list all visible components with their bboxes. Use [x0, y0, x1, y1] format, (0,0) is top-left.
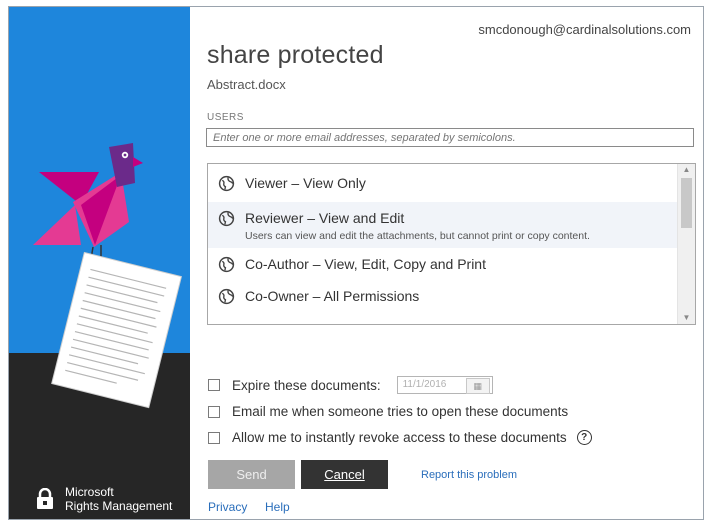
- permission-label: Co-Author – View, Edit, Copy and Print: [245, 256, 486, 272]
- globe-icon: [218, 175, 235, 191]
- left-illustration-panel: Microsoft Rights Management: [9, 7, 190, 519]
- email-me-option-row: Email me when someone tries to open thes…: [208, 404, 568, 419]
- permission-list: Viewer – View Only Reviewer – View and E…: [207, 163, 696, 325]
- permission-option-reviewer[interactable]: Reviewer – View and Edit Users can view …: [208, 202, 695, 248]
- help-link[interactable]: Help: [265, 500, 290, 514]
- expiry-date-value: 11/1/2016: [402, 379, 447, 390]
- permission-list-scrollbar[interactable]: ▲ ▼: [677, 164, 695, 324]
- revoke-option-row: Allow me to instantly revoke access to t…: [208, 430, 592, 445]
- users-email-input[interactable]: [206, 128, 694, 147]
- file-name: Abstract.docx: [207, 77, 286, 92]
- expiry-date-input[interactable]: 11/1/2016 ▦: [396, 376, 493, 394]
- expire-checkbox[interactable]: [208, 379, 220, 391]
- question-circle-icon[interactable]: ?: [576, 430, 592, 445]
- bird-document-illustration: [33, 143, 182, 409]
- privacy-link[interactable]: Privacy: [208, 500, 247, 514]
- permission-option-co-author[interactable]: Co-Author – View, Edit, Copy and Print: [208, 248, 695, 280]
- scroll-down-arrow-icon[interactable]: ▼: [678, 312, 695, 324]
- calendar-icon[interactable]: ▦: [465, 378, 490, 394]
- permission-label: Viewer – View Only: [245, 175, 366, 191]
- brand-line-1: Microsoft: [65, 485, 114, 499]
- email-me-checkbox[interactable]: [208, 405, 220, 418]
- share-protected-dialog: Microsoft Rights Management smcdonough@c…: [8, 6, 704, 520]
- permission-description: Users can view and edit the attachments,…: [245, 230, 590, 242]
- permission-option-co-owner[interactable]: Co-Owner – All Permissions: [208, 280, 695, 312]
- revoke-checkbox[interactable]: [208, 431, 220, 444]
- expire-label[interactable]: Expire these documents:: [232, 378, 381, 393]
- report-problem-link[interactable]: Report this problem: [421, 469, 517, 481]
- email-me-label[interactable]: Email me when someone tries to open thes…: [232, 404, 568, 419]
- brand-line-2: Rights Management: [65, 499, 173, 513]
- dialog-content: smcdonough@cardinalsolutions.com share p…: [190, 7, 703, 519]
- permission-option-viewer[interactable]: Viewer – View Only: [208, 164, 695, 202]
- globe-icon: [218, 210, 235, 226]
- scroll-thumb[interactable]: [681, 178, 692, 228]
- microsoft-rights-management-brand: Microsoft Rights Management: [35, 485, 172, 513]
- lock-icon: [37, 488, 53, 509]
- send-button[interactable]: Send: [208, 460, 295, 489]
- cancel-button[interactable]: Cancel: [301, 460, 388, 489]
- globe-icon: [218, 288, 235, 304]
- permission-label: Reviewer – View and Edit: [245, 210, 405, 226]
- users-label: USERS: [207, 112, 244, 123]
- expire-option-row: Expire these documents: 11/1/2016 ▦: [208, 376, 493, 394]
- permission-label: Co-Owner – All Permissions: [245, 288, 420, 304]
- scroll-up-arrow-icon[interactable]: ▲: [678, 164, 695, 176]
- revoke-label[interactable]: Allow me to instantly revoke access to t…: [232, 430, 567, 445]
- page-title: share protected: [207, 41, 384, 69]
- account-email: smcdonough@cardinalsolutions.com: [478, 22, 691, 37]
- globe-icon: [218, 256, 235, 272]
